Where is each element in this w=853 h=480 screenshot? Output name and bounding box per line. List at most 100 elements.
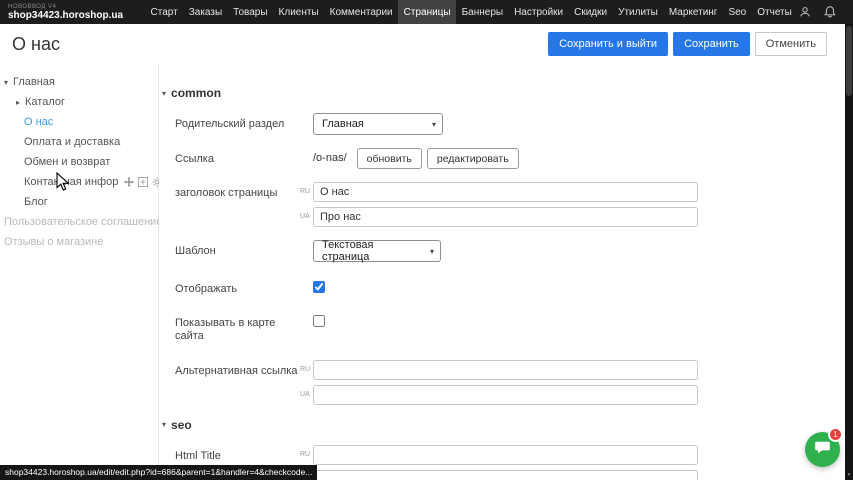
menu-item-comments[interactable]: Комментарии <box>324 0 398 24</box>
sitemap-checkbox[interactable] <box>313 315 325 327</box>
sidebar-item-blog[interactable]: Блог <box>0 192 158 212</box>
menu-item-discounts[interactable]: Скидки <box>569 0 613 24</box>
store-brand[interactable]: НОВОВВОД V4 shop34423.horoshop.ua <box>0 0 133 24</box>
caret-right-icon[interactable]: ▸ <box>16 98 20 107</box>
sitemap-label: Показывать в карте сайта <box>175 312 313 343</box>
menu-item-orders[interactable]: Заказы <box>183 0 227 24</box>
sidebar-item-otzyvy[interactable]: Отзывы о магазине <box>0 232 158 252</box>
caret-down-icon[interactable]: ▾ <box>4 78 8 87</box>
menu-item-clients[interactable]: Клиенты <box>273 0 324 24</box>
sidebar-item-kontaktnaya-info[interactable]: Контактная инфор <box>0 172 158 192</box>
template-select-value: Текстовая страница <box>322 239 418 263</box>
sidebar-item-label: О нас <box>24 116 53 128</box>
form-row-link: Ссылка /o-nas/ обновить редактировать <box>175 148 853 169</box>
link-edit-button[interactable]: редактировать <box>427 148 519 169</box>
collapse-chevron-icon: ▾ <box>162 89 166 98</box>
menu-item-settings[interactable]: Настройки <box>509 0 569 24</box>
chevron-down-icon: ▾ <box>430 247 434 256</box>
lang-ru-label: RU <box>300 188 310 195</box>
page-title-ua-input[interactable] <box>313 207 698 227</box>
notifications-bell-icon[interactable] <box>823 5 837 19</box>
sidebar-item-label: Обмен и возврат <box>24 156 110 168</box>
form-row-page-title: заголовок страницы RU UA <box>175 182 853 227</box>
menu-item-pages[interactable]: Страницы <box>398 0 456 24</box>
cancel-button[interactable]: Отменить <box>755 32 827 56</box>
sidebar-item-glavnaya[interactable]: ▾ Главная <box>0 72 158 92</box>
link-label: Ссылка <box>175 148 313 169</box>
alt-link-label: Альтернативная ссылка <box>175 360 313 405</box>
sidebar-item-label: Пользовательское соглашение <box>4 216 162 228</box>
chat-bubble-icon <box>813 438 832 462</box>
alt-link-ua-input[interactable] <box>313 385 698 405</box>
parent-section-select[interactable]: Главная ▾ <box>313 113 443 135</box>
save-and-exit-button[interactable]: Сохранить и выйти <box>548 32 668 56</box>
topbar-icons <box>798 0 853 24</box>
template-label: Шаблон <box>175 240 313 262</box>
top-menu: Старт Заказы Товары Клиенты Комментарии … <box>145 0 797 24</box>
section-seo-header[interactable]: ▾ seo <box>162 418 853 432</box>
html-title-ru-input[interactable] <box>313 445 698 465</box>
alt-link-ru-input[interactable] <box>313 360 698 380</box>
form-row-parent-section: Родительский раздел Главная ▾ <box>175 113 853 135</box>
template-select[interactable]: Текстовая страница ▾ <box>313 240 441 262</box>
header-buttons: Сохранить и выйти Сохранить Отменить <box>548 32 841 56</box>
menu-item-marketing[interactable]: Маркетинг <box>663 0 723 24</box>
lang-ua-label: UA <box>300 213 310 220</box>
menu-item-reports[interactable]: Отчеты <box>752 0 798 24</box>
menu-item-products[interactable]: Товары <box>228 0 273 24</box>
sidebar-item-label: Каталог <box>25 96 65 108</box>
chevron-down-icon: ▾ <box>432 120 436 129</box>
section-common-title: common <box>171 86 221 100</box>
horoshop-admin-screen: НОВОВВОД V4 shop34423.horoshop.ua Старт … <box>0 0 853 480</box>
sidebar-item-obmen-vozvrat[interactable]: Обмен и возврат <box>0 152 158 172</box>
form-row-display: Отображать <box>175 278 853 296</box>
page-edit-form: ▾ common Родительский раздел Главная ▾ С… <box>159 64 853 480</box>
chat-unread-badge: 1 <box>828 427 843 442</box>
drag-handle-icon[interactable] <box>124 177 134 187</box>
parent-section-label: Родительский раздел <box>175 113 313 135</box>
sidebar-item-label: Оплата и доставка <box>24 136 120 148</box>
save-button[interactable]: Сохранить <box>673 32 750 56</box>
brand-domain: shop34423.horoshop.ua <box>8 11 123 21</box>
section-common-header[interactable]: ▾ common <box>162 86 853 100</box>
html-title-label-text: Html Title <box>175 450 305 463</box>
topbar: НОВОВВОД V4 shop34423.horoshop.ua Старт … <box>0 0 853 24</box>
lang-ru-label: RU <box>300 366 310 373</box>
sidebar-item-label: Контактная инфор <box>24 176 118 188</box>
collapse-chevron-icon: ▾ <box>162 420 166 429</box>
scrollbar-down-arrow-icon[interactable]: ▼ <box>845 472 853 478</box>
menu-item-start[interactable]: Старт <box>145 0 183 24</box>
menu-item-seo[interactable]: Seo <box>723 0 752 24</box>
vertical-scrollbar[interactable]: ▼ <box>845 24 853 480</box>
menu-item-utilities[interactable]: Утилиты <box>613 0 664 24</box>
sidebar-item-label: Блог <box>24 196 48 208</box>
parent-section-select-value: Главная <box>322 118 364 130</box>
sidebar-item-label: Главная <box>13 76 55 88</box>
status-url-tooltip: shop34423.horoshop.ua/edit/edit.php?id=6… <box>0 465 317 480</box>
scrollbar-thumb[interactable] <box>846 26 852 96</box>
brand-version-label: НОВОВВОД V4 <box>8 4 123 10</box>
form-row-template: Шаблон Текстовая страница ▾ <box>175 240 853 262</box>
sidebar-item-o-nas[interactable]: О нас <box>0 112 158 132</box>
page-header: О нас Сохранить и выйти Сохранить Отмени… <box>0 24 853 64</box>
menu-item-banners[interactable]: Баннеры <box>456 0 508 24</box>
page-title: О нас <box>12 34 60 55</box>
link-value: /o-nas/ <box>313 148 347 164</box>
user-account-icon[interactable] <box>798 5 812 19</box>
section-seo-title: seo <box>171 418 192 432</box>
main-area: ▾ Главная ▸ Каталог О нас Оплата и доста… <box>0 64 853 480</box>
display-label: Отображать <box>175 278 313 296</box>
sidebar-item-label: Отзывы о магазине <box>4 236 103 248</box>
page-title-ru-input[interactable] <box>313 182 698 202</box>
lang-ua-label: UA <box>300 391 310 398</box>
lang-ru-label: RU <box>300 451 310 458</box>
html-title-ua-input[interactable] <box>313 470 698 480</box>
sidebar-item-oplata-dostavka[interactable]: Оплата и доставка <box>0 132 158 152</box>
sidebar-item-polzovatelskoe-soglashenie[interactable]: Пользовательское соглашение <box>0 212 158 232</box>
add-subpage-icon[interactable] <box>138 177 148 187</box>
display-checkbox[interactable] <box>313 281 325 293</box>
form-row-sitemap: Показывать в карте сайта <box>175 312 853 343</box>
link-update-button[interactable]: обновить <box>357 148 422 169</box>
sidebar-item-katalog[interactable]: ▸ Каталог <box>0 92 158 112</box>
chat-widget-button[interactable]: 1 <box>805 432 840 467</box>
